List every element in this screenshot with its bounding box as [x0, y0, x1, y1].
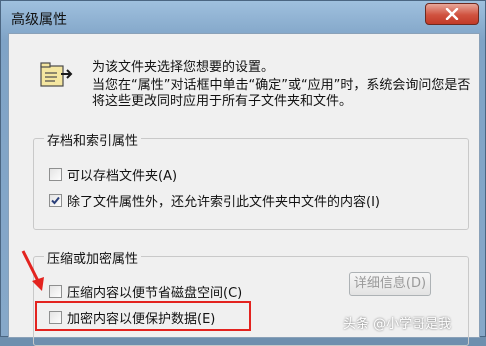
- index-contents-option[interactable]: 除了文件属性外，还允许索引此文件夹中文件的内容(I): [49, 191, 380, 210]
- compress-group-label: 压缩或加密属性: [44, 248, 142, 267]
- archive-index-group: 存档和索引属性 可以存档文件夹(A) 除了文件属性外，还允许索引此文件夹中文件的…: [33, 130, 469, 230]
- index-contents-checkbox[interactable]: [49, 194, 62, 207]
- close-icon: [445, 8, 459, 20]
- compress-option[interactable]: 压缩内容以便节省磁盘空间(C): [49, 282, 242, 301]
- index-contents-label: 除了文件属性外，还允许索引此文件夹中文件的内容(I): [67, 195, 380, 210]
- compress-label: 压缩内容以便节省磁盘空间(C): [67, 286, 243, 301]
- title-bar[interactable]: 高级属性: [1, 1, 485, 33]
- close-button[interactable]: [425, 3, 479, 25]
- archive-folder-label: 可以存档文件夹(A): [67, 169, 178, 184]
- watermark: 头条 @小学哥是我: [343, 317, 452, 332]
- compress-checkbox[interactable]: [49, 285, 62, 298]
- checkmark-icon: [51, 196, 60, 205]
- intro-text: 为该文件夹选择您想要的设置。: [92, 60, 275, 75]
- advanced-attributes-dialog: 高级属性 为该文件夹选择您想要的设置。 当您在“属性”对话框中单击“确定”或“应…: [0, 0, 486, 346]
- details-button[interactable]: 详细信息(D): [349, 272, 431, 296]
- archive-group-label: 存档和索引属性: [44, 130, 142, 149]
- intro-description: 当您在“属性”对话框中单击“确定”或“应用”时，系统会询问您是否将这些更改同时应…: [92, 78, 471, 109]
- annotation-arrow-icon: [21, 250, 44, 291]
- window-title: 高级属性: [11, 12, 67, 28]
- archive-folder-option[interactable]: 可以存档文件夹(A): [49, 165, 177, 184]
- folder-properties-icon: [40, 62, 73, 87]
- archive-folder-checkbox[interactable]: [49, 168, 62, 181]
- annotation-highlight-box: [35, 301, 251, 331]
